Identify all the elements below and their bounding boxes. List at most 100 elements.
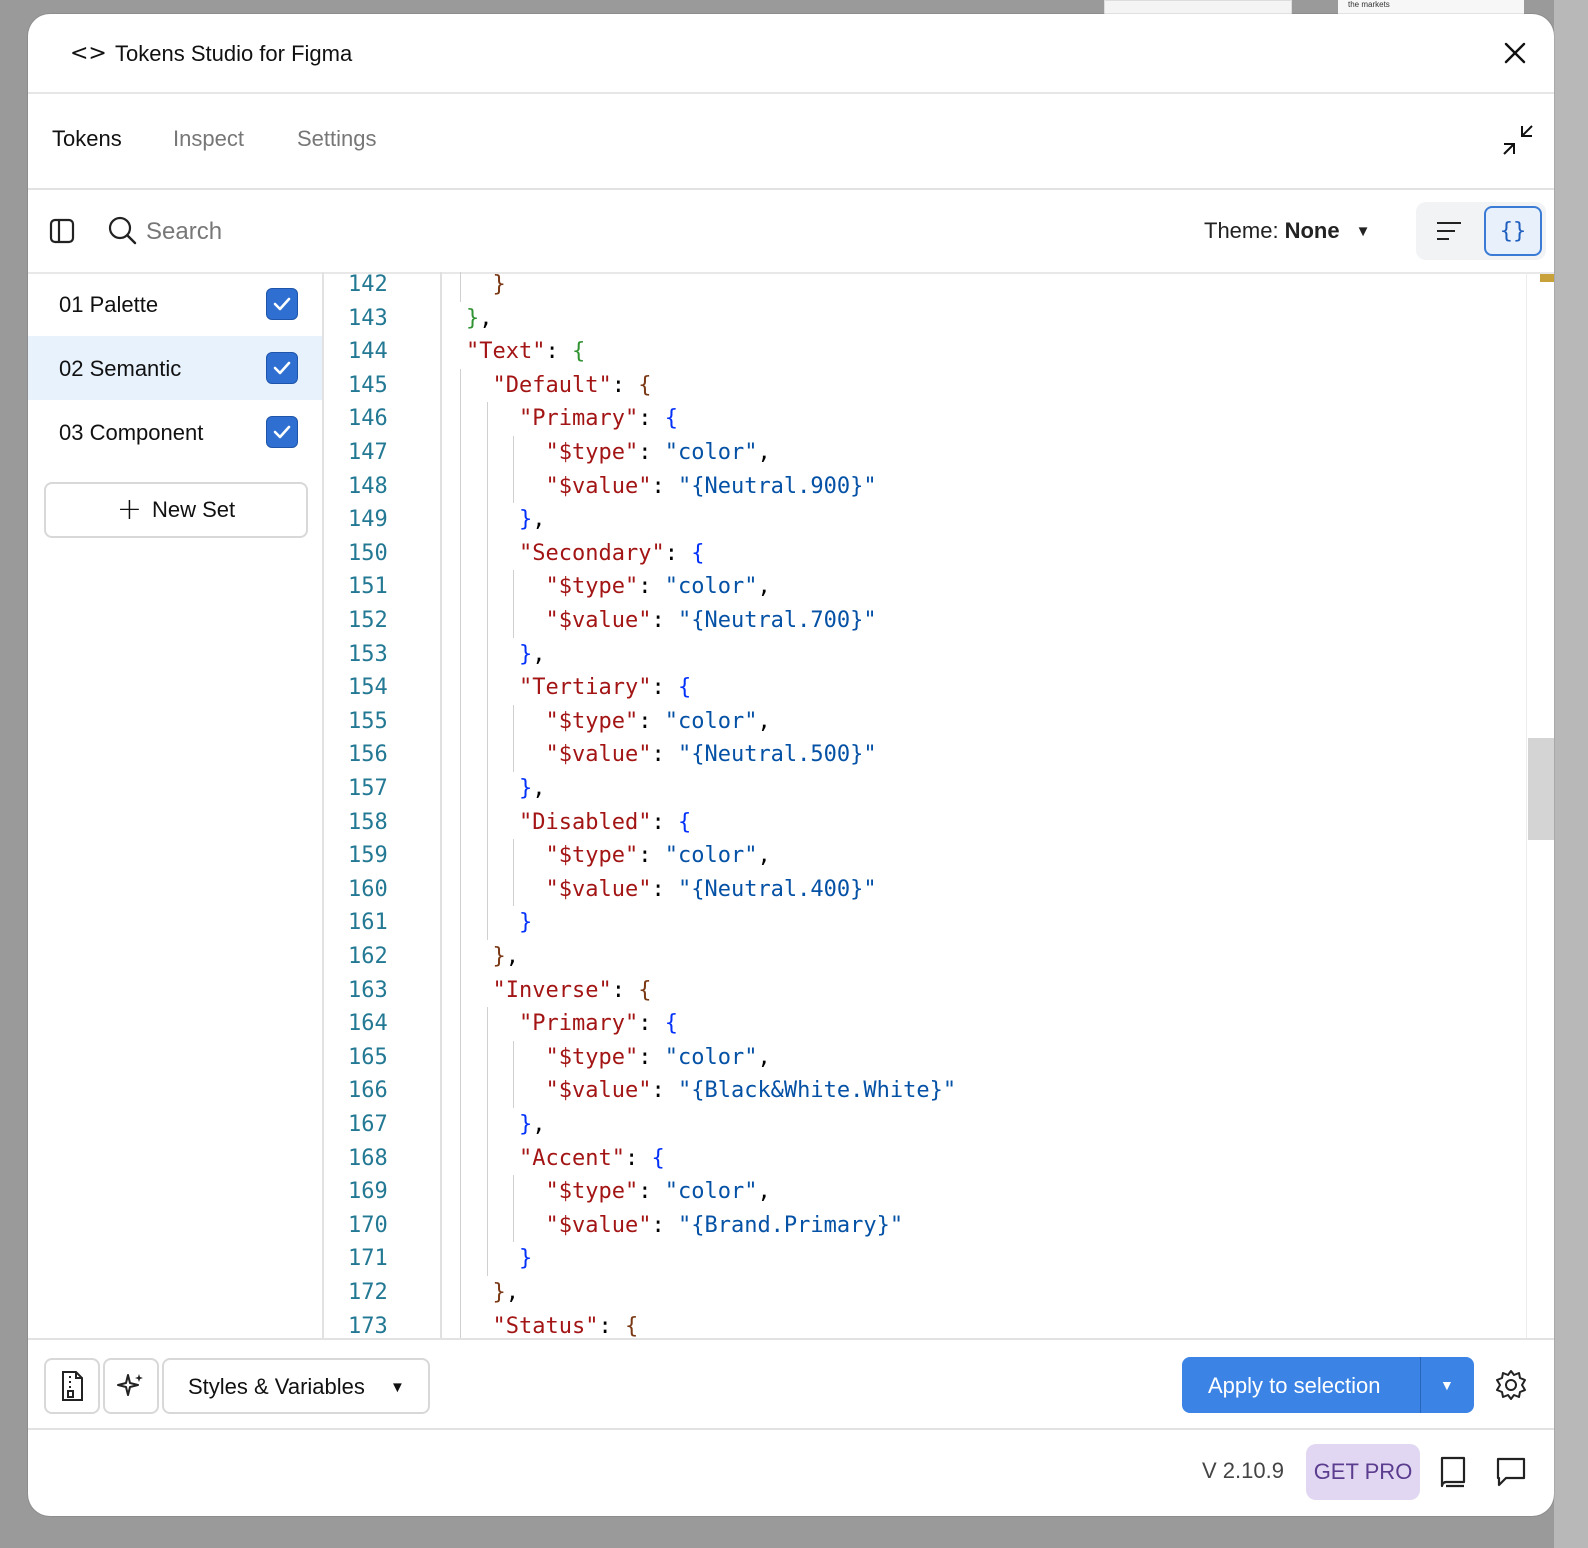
tab-settings[interactable]: Settings [297,124,377,154]
code-line: 161} [324,906,1524,940]
file-zip-button[interactable] [44,1358,100,1414]
code-line: 169 "$type": "color", [324,1175,1524,1209]
code-line: 168 "Accent": { [324,1141,1524,1176]
code-token: "$value" [545,1078,652,1104]
code-token: "color" [664,574,758,600]
code-token: "color" [664,440,758,465]
indent-guide [460,671,461,705]
search-icon [108,216,137,245]
line-number: 142 [348,272,388,297]
close-icon[interactable] [1498,36,1532,70]
line-number: 165 [348,1044,388,1070]
line-number: 152 [348,608,388,633]
line-number: 151 [348,574,388,600]
indent-guide [513,1040,514,1075]
code-text: "$value": "{Black&White.White}" [546,1074,957,1108]
indent-guide [460,906,461,940]
code-text: "Status": { [493,1310,639,1338]
code-text: "$type": "color", [546,705,771,739]
code-text: "$value": "{Neutral.400}" [546,873,877,907]
ai-sparkle-button[interactable] [103,1358,159,1414]
gear-icon[interactable] [1494,1368,1528,1402]
indent-guide [486,738,488,772]
styles-variables-dropdown[interactable]: Styles & Variables ▼ [162,1358,430,1414]
code-token: , [757,574,771,600]
indent-guide [486,637,488,672]
code-token: "{Neutral.500}" [677,742,877,768]
indent-guide [486,671,488,705]
theme-selector[interactable]: Theme: None ▼ [1204,216,1370,247]
caret-down-icon: ▼ [390,1379,405,1396]
code-token: "{Neutral.400}" [677,876,877,902]
token-set-item[interactable]: 02 Semantic [28,336,322,400]
book-icon[interactable] [1436,1454,1470,1490]
code-token: "color" [664,1044,758,1070]
theme-label: Theme: [1204,218,1279,243]
indent-guide [460,1276,461,1310]
code-text: }, [519,1108,546,1142]
code-token: : [638,406,665,432]
code-token: : [638,1179,665,1205]
line-number: 147 [348,440,388,465]
line-number: 173 [348,1313,388,1338]
window-title: Tokens Studio for Figma [115,41,353,66]
checkmark-icon [273,425,291,439]
tab-tokens[interactable]: Tokens [52,124,122,154]
apply-options-caret-icon[interactable]: ▼ [1440,1370,1454,1400]
sparkle-icon [117,1374,143,1396]
token-set-checkbox[interactable] [266,288,298,320]
list-view-button[interactable] [1420,206,1478,256]
curly-braces-icon: {} [1499,218,1527,244]
chat-bubble-icon[interactable] [1494,1454,1528,1490]
indent-guide [460,1074,461,1108]
code-token: "$type" [545,574,639,600]
version-label: V 2.10.9 [1202,1458,1284,1483]
code-text: }, [519,503,546,537]
code-token: : [651,1078,678,1104]
token-set-item[interactable]: 01 Palette [28,272,322,336]
code-line: 154 "Tertiary": { [324,671,1524,705]
code-line: 167}, [324,1108,1524,1142]
token-set-item[interactable]: 03 Component [28,400,322,464]
code-token: "$type" [545,708,639,734]
indent-guide [460,570,461,604]
new-set-label: New Set [151,497,236,522]
code-token: { [691,540,705,566]
code-text: "Primary": { [519,402,678,436]
code-text: "$type": "color", [546,1041,771,1075]
code-token: } [492,272,506,297]
code-token: "$type" [545,843,639,869]
line-number: 161 [348,910,388,936]
search-input[interactable] [144,212,548,252]
code-token: : [651,675,678,701]
line-number: 150 [348,540,388,566]
code-token: : [638,1011,665,1037]
sidebar-toggle-icon[interactable] [48,216,78,246]
new-set-button[interactable]: + New Set [44,482,308,538]
code-text: }, [493,940,520,974]
apply-to-selection-button[interactable]: Apply to selection ▼ [1182,1357,1474,1413]
get-pro-button[interactable]: GET PRO [1306,1444,1420,1500]
indent-guide [486,503,488,537]
token-set-checkbox[interactable] [266,352,298,384]
editor-scrollbar-thumb[interactable] [1528,738,1554,840]
token-set-checkbox[interactable] [266,416,298,448]
code-token: { [677,809,692,835]
code-token: , [757,1179,771,1205]
indent-guide [486,1108,488,1142]
tab-inspect[interactable]: Inspect [173,124,244,154]
code-token: : [638,1044,665,1070]
indent-guide [460,1108,461,1142]
minimize-icon[interactable] [1500,122,1536,158]
code-line: 159 "$type": "color", [324,839,1524,873]
line-number: 154 [348,675,388,701]
line-number: 156 [348,742,388,768]
json-view-button[interactable]: {} [1484,206,1542,256]
code-line: 151 "$type": "color", [324,570,1524,604]
code-token: "{Black&White.White}" [677,1078,957,1104]
code-token: , [532,1112,546,1137]
json-editor[interactable]: 142} 143}, 144 "Text": {145 "Default": {146 "… [324,272,1528,1338]
main-tabs: Tokens Inspect Settings [28,94,1554,190]
code-line: 155 "$type": "color", [324,704,1524,739]
code-token: , [757,440,771,465]
